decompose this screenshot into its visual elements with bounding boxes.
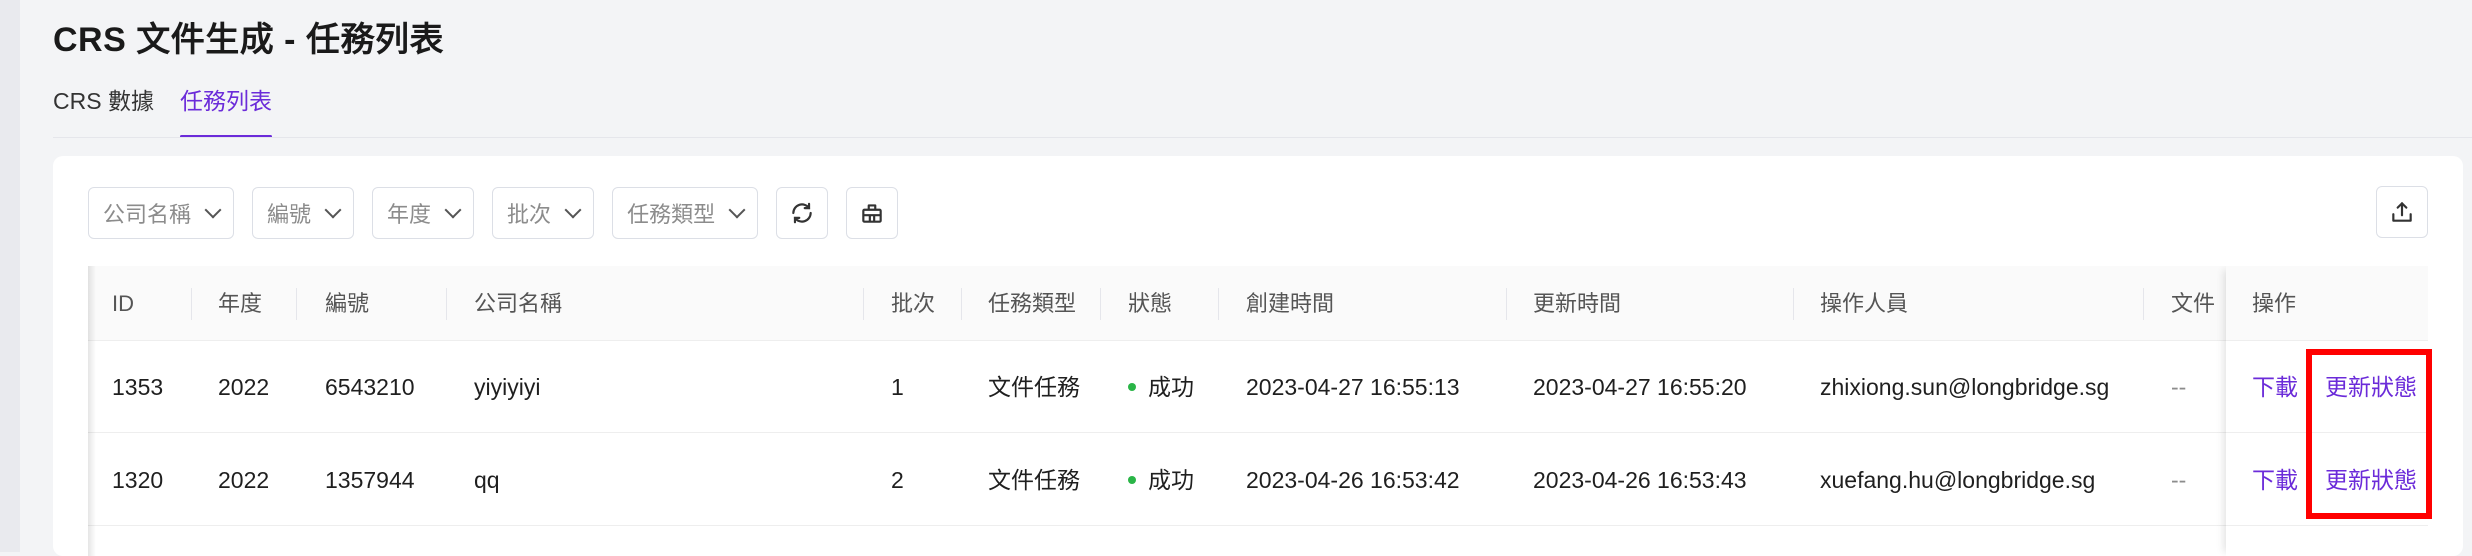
cell-id: 1320: [112, 467, 164, 493]
cell-created: 2023-04-26 16:53:42: [1246, 467, 1460, 493]
cell-status: 成功: [1128, 341, 1194, 433]
download-link[interactable]: 下載: [2252, 434, 2298, 526]
chevron-down-icon: [564, 201, 582, 219]
tab-crs-data[interactable]: CRS 數據: [53, 84, 154, 138]
cell-updated: 2023-04-27 16:55:20: [1533, 374, 1747, 400]
export-button[interactable]: [2376, 186, 2428, 238]
chevron-down-icon: [444, 201, 462, 219]
year-filter[interactable]: 年度: [372, 187, 475, 239]
cell-batch: 1: [891, 374, 904, 400]
column-separator: [296, 288, 297, 320]
column-header-company: 公司名稱: [474, 291, 563, 316]
column-header-number: 編號: [325, 291, 370, 316]
cell-company: qq: [474, 467, 500, 493]
column-header-year: 年度: [218, 291, 263, 316]
page: CRS 文件生成 - 任務列表 CRS 數據 任務列表 公司名稱 編號 年度 批…: [0, 0, 2472, 556]
cell-year: 2022: [218, 467, 270, 493]
table-header: ID 年度 編號 公司名稱 批次 任務類型 狀態 創建時間 更新時間 操作人員: [88, 266, 2428, 341]
year-filter-label: 年度: [387, 202, 432, 227]
table-row: 1320 2022 1357944 qq 2 文件任務 成功 2023-04-2…: [88, 434, 2428, 526]
cell-status: 成功: [1128, 434, 1194, 526]
column-header-batch: 批次: [891, 291, 936, 316]
column-header-status: 狀態: [1128, 291, 1173, 316]
page-title: CRS 文件生成 - 任務列表: [53, 21, 444, 59]
task-type-filter-label: 任務類型: [627, 202, 716, 227]
download-link[interactable]: 下載: [2252, 341, 2298, 433]
actions-header: 操作: [2226, 266, 2428, 341]
batch-filter-label: 批次: [507, 202, 552, 227]
clear-filters-button[interactable]: [846, 187, 899, 239]
chevron-down-icon: [728, 201, 746, 219]
tab-task-list[interactable]: 任務列表: [179, 84, 272, 138]
task-list-card: 公司名稱 編號 年度 批次 任務類型 ID 年度 編號 公司名稱 批次 任務類型…: [53, 156, 2463, 556]
cell-year: 2022: [218, 374, 270, 400]
column-header-task-type: 任務類型: [988, 291, 1077, 316]
task-table: ID 年度 編號 公司名稱 批次 任務類型 狀態 創建時間 更新時間 操作人員: [88, 266, 2428, 556]
refresh-button[interactable]: [776, 187, 829, 239]
cell-operator: xuefang.hu@longbridge.sg: [1820, 467, 2096, 493]
column-separator: [1506, 288, 1507, 320]
column-separator: [2143, 288, 2144, 320]
column-separator: [1218, 288, 1219, 320]
status-success-dot: [1128, 476, 1136, 485]
column-separator: [191, 288, 192, 320]
company-name-filter[interactable]: 公司名稱: [88, 187, 235, 239]
cell-created: 2023-04-27 16:55:13: [1246, 374, 1460, 400]
cell-id: 1353: [112, 374, 164, 400]
filter-bar: 公司名稱 編號 年度 批次 任務類型: [88, 186, 899, 240]
cell-company: yiyiyiyi: [474, 374, 541, 400]
column-separator: [446, 288, 447, 320]
tab-bar: CRS 數據 任務列表: [53, 84, 272, 138]
chevron-down-icon: [204, 201, 222, 219]
status-text: 成功: [1148, 374, 1194, 400]
batch-filter[interactable]: 批次: [492, 187, 595, 239]
column-header-created: 創建時間: [1246, 291, 1335, 316]
table-scroll-shadow: [88, 266, 96, 556]
cell-task-type: 文件任務: [988, 467, 1080, 493]
eraser-icon: [862, 204, 882, 223]
tab-divider: [53, 137, 2472, 138]
number-filter[interactable]: 編號: [252, 187, 355, 239]
cell-batch: 2: [891, 467, 904, 493]
column-header-updated: 更新時間: [1533, 291, 1622, 316]
highlight-box: [2306, 349, 2432, 519]
refresh-icon: [792, 202, 812, 224]
column-header-file: 文件: [2171, 291, 2216, 316]
cell-number: 6543210: [325, 374, 415, 400]
column-separator: [1100, 288, 1101, 320]
export-icon: [2392, 202, 2412, 222]
column-separator: [1793, 288, 1794, 320]
column-header-id: ID: [112, 291, 134, 316]
column-header-operator: 操作人員: [1820, 291, 1909, 316]
task-type-filter[interactable]: 任務類型: [612, 187, 759, 239]
cell-file: --: [2171, 374, 2187, 400]
cell-file: --: [2171, 467, 2187, 493]
column-separator: [863, 288, 864, 320]
number-filter-label: 編號: [267, 202, 312, 227]
column-header-actions: 操作: [2252, 291, 2297, 316]
cell-task-type: 文件任務: [988, 374, 1080, 400]
company-name-filter-label: 公司名稱: [103, 202, 192, 227]
table-row: 1353 2022 6543210 yiyiyiyi 1 文件任務 成功 202…: [88, 341, 2428, 433]
cell-number: 1357944: [325, 467, 415, 493]
left-sidebar-edge: [0, 0, 20, 552]
status-success-dot: [1128, 383, 1136, 392]
status-text: 成功: [1148, 467, 1194, 493]
column-separator: [961, 288, 962, 320]
cell-operator: zhixiong.sun@longbridge.sg: [1820, 374, 2110, 400]
cell-updated: 2023-04-26 16:53:43: [1533, 467, 1747, 493]
chevron-down-icon: [324, 201, 342, 219]
